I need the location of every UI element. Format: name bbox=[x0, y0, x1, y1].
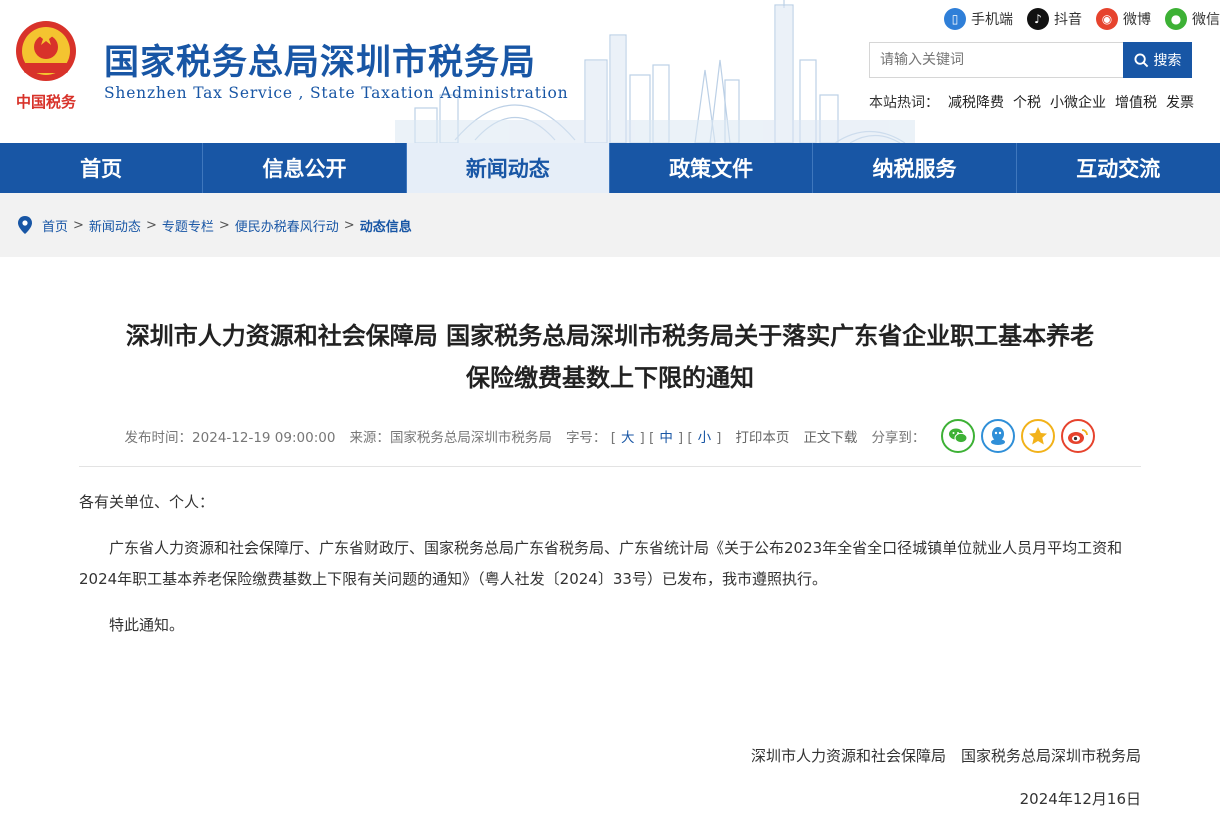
source-value: 国家税务总局深圳市税务局 bbox=[389, 430, 552, 446]
breadcrumb-current: 动态信息 bbox=[359, 219, 412, 235]
wechat-share-icon[interactable] bbox=[941, 419, 976, 453]
hot-word-item[interactable]: 发票 bbox=[1166, 92, 1194, 112]
social-mobile-label: 手机端 bbox=[971, 12, 1013, 28]
social-wechat-label: 微信 bbox=[1192, 12, 1220, 28]
font-size-small-button[interactable]: 小 bbox=[698, 430, 712, 446]
closing-line: 特此通知。 bbox=[109, 616, 185, 634]
publish-time: 发布时间：2024-12-19 09:00:00 bbox=[125, 426, 336, 446]
font-size-large-button[interactable]: 大 bbox=[621, 430, 635, 446]
search-input[interactable] bbox=[869, 42, 1123, 78]
font-size-medium-button[interactable]: 中 bbox=[659, 430, 673, 446]
hot-word-item[interactable]: 个税 bbox=[1013, 92, 1041, 112]
wechat-icon: ● bbox=[1165, 8, 1187, 30]
signatories: 深圳市人力资源和社会保障局 国家税务总局深圳市税务局 bbox=[750, 747, 1141, 765]
breadcrumb-separator: > bbox=[73, 217, 84, 233]
nav-interaction[interactable]: 互动交流 bbox=[1017, 143, 1220, 193]
qq-share-icon[interactable] bbox=[981, 419, 1016, 453]
tax-emblem-logo: 中国税务 bbox=[16, 21, 77, 111]
breadcrumb: 首页 > 新闻动态 > 专题专栏 > 便民办税春风行动 > 动态信息 bbox=[0, 193, 1220, 257]
breadcrumb-special-topics[interactable]: 专题专栏 bbox=[162, 216, 214, 235]
article-title-line2: 保险缴费基数上下限的通知 bbox=[466, 364, 754, 392]
social-links: ▯ 手机端 ♪ 抖音 ◉ 微博 ● 微信 bbox=[944, 8, 1220, 30]
nav-info-disclosure[interactable]: 信息公开 bbox=[203, 143, 407, 193]
font-size-control: 字号： [大] [中] [小] bbox=[565, 430, 722, 446]
article-body: 各有关单位、个人： 广东省人力资源和社会保障厅、广东省财政厅、国家税务总局广东省… bbox=[79, 467, 1141, 641]
site-subtitle: Shenzhen Tax Service , State Taxation Ad… bbox=[104, 84, 569, 102]
hot-word-item[interactable]: 小微企业 bbox=[1050, 92, 1106, 112]
publish-time-value: 2024-12-19 09:00:00 bbox=[192, 430, 336, 446]
main-nav: 首页 信息公开 新闻动态 政策文件 纳税服务 互动交流 bbox=[0, 143, 1220, 193]
search-icon bbox=[1133, 52, 1148, 67]
salutation: 各有关单位、个人： bbox=[79, 493, 215, 511]
weibo-icon: ◉ bbox=[1096, 8, 1118, 30]
social-weibo-label: 微博 bbox=[1123, 12, 1151, 28]
breadcrumb-separator: > bbox=[218, 217, 230, 233]
social-douyin[interactable]: ♪ 抖音 bbox=[1027, 8, 1082, 30]
social-weibo[interactable]: ◉ 微博 bbox=[1096, 8, 1151, 30]
download-text-link[interactable]: 正文下载 bbox=[803, 426, 857, 446]
body-paragraph: 广东省人力资源和社会保障厅、广东省财政厅、国家税务总局广东省税务局、广东省统计局… bbox=[79, 539, 1123, 588]
font-size-label: 字号： bbox=[565, 430, 607, 446]
source: 来源：国家税务总局深圳市税务局 bbox=[349, 426, 552, 446]
sign-date: 2024年12月16日 bbox=[1019, 790, 1141, 808]
hot-word-item[interactable]: 增值税 bbox=[1115, 92, 1157, 112]
breadcrumb-news[interactable]: 新闻动态 bbox=[89, 216, 141, 235]
breadcrumb-separator: > bbox=[145, 217, 157, 233]
hot-words: 本站热词： 减税降费 个税 小微企业 增值税 发票 bbox=[869, 92, 1194, 112]
site-title: 国家税务总局深圳市税务局 bbox=[104, 43, 537, 83]
print-page-link[interactable]: 打印本页 bbox=[735, 426, 789, 446]
social-mobile[interactable]: ▯ 手机端 bbox=[944, 8, 1013, 30]
source-label: 来源： bbox=[349, 430, 390, 446]
article-title-line1: 深圳市人力资源和社会保障局 国家税务总局深圳市税务局关于落实广东省企业职工基本养… bbox=[125, 322, 1095, 350]
nav-news[interactable]: 新闻动态 bbox=[406, 143, 610, 193]
search-box: 搜索 bbox=[869, 42, 1192, 78]
breadcrumb-home[interactable]: 首页 bbox=[42, 216, 68, 235]
mobile-icon: ▯ bbox=[944, 8, 966, 30]
search-button[interactable]: 搜索 bbox=[1123, 42, 1192, 78]
nav-home[interactable]: 首页 bbox=[0, 143, 204, 193]
breadcrumb-separator: > bbox=[343, 217, 355, 233]
douyin-icon: ♪ bbox=[1027, 8, 1049, 30]
site-header: 中国税务 国家税务总局深圳市税务局 Shenzhen Tax Service ,… bbox=[0, 0, 1220, 143]
weibo-share-icon[interactable] bbox=[1061, 419, 1096, 453]
social-douyin-label: 抖音 bbox=[1054, 12, 1082, 28]
nav-policy[interactable]: 政策文件 bbox=[610, 143, 814, 193]
search-button-label: 搜索 bbox=[1153, 52, 1182, 68]
article-title: 深圳市人力资源和社会保障局 国家税务总局深圳市税务局关于落实广东省企业职工基本养… bbox=[79, 315, 1141, 399]
share-icons bbox=[941, 419, 1096, 453]
article-meta: 发布时间：2024-12-19 09:00:00 来源：国家税务总局深圳市税务局… bbox=[79, 417, 1141, 455]
location-pin-icon bbox=[18, 216, 32, 234]
hot-word-item[interactable]: 减税降费 bbox=[948, 92, 1004, 112]
publish-time-label: 发布时间： bbox=[124, 430, 193, 446]
qzone-share-icon[interactable] bbox=[1021, 419, 1056, 453]
breadcrumb-spring-breeze[interactable]: 便民办税春风行动 bbox=[235, 216, 339, 235]
article: 深圳市人力资源和社会保障局 国家税务总局深圳市税务局关于落实广东省企业职工基本养… bbox=[79, 257, 1141, 809]
hot-words-label: 本站热词： bbox=[869, 95, 939, 111]
nav-tax-service[interactable]: 纳税服务 bbox=[813, 143, 1017, 193]
share-label: 分享到： bbox=[871, 430, 926, 446]
svg-text:中国税务: 中国税务 bbox=[16, 93, 77, 111]
social-wechat[interactable]: ● 微信 bbox=[1165, 8, 1220, 30]
